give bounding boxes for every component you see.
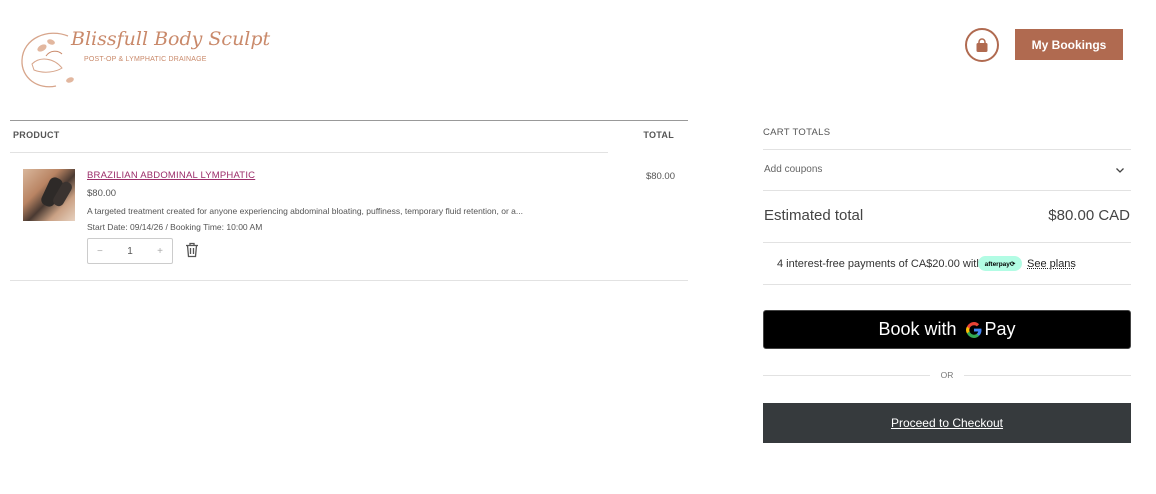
chevron-down-icon (1116, 168, 1124, 173)
increment-button[interactable]: + (157, 246, 163, 257)
afterpay-text: 4 interest-free payments of CA$20.00 wit… (777, 258, 983, 270)
see-plans-link[interactable]: See plans (1027, 258, 1076, 270)
or-divider: OR (763, 369, 1131, 381)
quantity-stepper[interactable]: − 1 + (87, 238, 173, 264)
divider-line (763, 375, 930, 376)
brand-tagline: POST-OP & LYMPHATIC DRAINAGE (84, 56, 207, 63)
quantity-value[interactable]: 1 (127, 246, 133, 257)
column-header-product: PRODUCT (13, 130, 60, 140)
product-thumbnail[interactable] (23, 169, 75, 221)
brand-logo[interactable]: Blissfull Body Sculpt POST-OP & LYMPHATI… (16, 24, 270, 94)
trash-icon[interactable] (185, 242, 199, 258)
cart-items-table: PRODUCT TOTAL BRAZILIAN ABDOMINAL LYMPHA… (10, 120, 688, 281)
product-description: A targeted treatment created for anyone … (87, 206, 523, 216)
line-total: $80.00 (645, 171, 675, 182)
gpay-pay-text: Pay (984, 319, 1016, 339)
divider-line (964, 375, 1131, 376)
table-header: PRODUCT TOTAL (10, 121, 688, 153)
product-name-link[interactable]: BRAZILIAN ABDOMINAL LYMPHATIC (87, 170, 255, 181)
estimated-total-label: Estimated total (764, 207, 864, 224)
add-coupons-toggle[interactable]: Add coupons (763, 150, 1131, 191)
brand-name: Blissfull Body Sculpt (71, 28, 271, 50)
estimated-total-row: Estimated total $80.00 CAD (763, 191, 1131, 243)
cart-totals-panel: CART TOTALS Add coupons Estimated total … (763, 120, 1131, 443)
shopping-bag-icon (976, 37, 988, 52)
product-price: $80.00 (87, 188, 117, 199)
gpay-book-text: Book with (878, 319, 957, 339)
estimated-total-value: $80.00 CAD (1048, 207, 1130, 224)
cart-button[interactable] (965, 28, 999, 62)
afterpay-logo: afterpay⟳ (978, 256, 1022, 271)
cart-totals-title: CART TOTALS (763, 120, 1131, 150)
my-bookings-button[interactable]: My Bookings (1015, 29, 1123, 60)
google-g-icon (965, 321, 981, 338)
google-pay-button[interactable]: Book with Pay (763, 310, 1131, 349)
cart-item-row: BRAZILIAN ABDOMINAL LYMPHATIC $80.00 A t… (10, 153, 688, 281)
column-header-total: TOTAL (643, 130, 674, 140)
proceed-to-checkout-button[interactable]: Proceed to Checkout (763, 403, 1131, 443)
or-label: OR (940, 370, 954, 380)
add-coupons-label: Add coupons (764, 164, 823, 175)
booking-details: Start Date: 09/14/26 / Booking Time: 10:… (87, 222, 263, 232)
afterpay-message: 4 interest-free payments of CA$20.00 wit… (763, 243, 1131, 285)
decrement-button[interactable]: − (97, 246, 103, 257)
